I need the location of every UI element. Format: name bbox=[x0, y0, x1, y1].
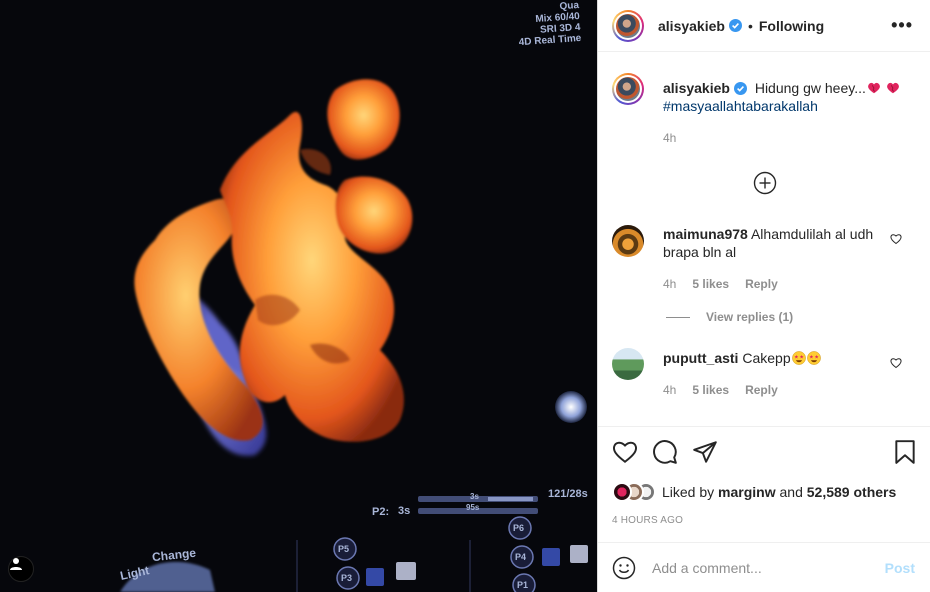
bar-top-label: 3s bbox=[470, 492, 479, 501]
comment-time: 4h bbox=[663, 277, 677, 291]
view-replies-label: View replies (1) bbox=[706, 310, 794, 324]
caption-hashtag[interactable]: #masyaallahtabarakallah bbox=[663, 97, 903, 115]
post-button[interactable]: Post bbox=[885, 560, 915, 576]
p1-button-label: P1 bbox=[517, 580, 529, 590]
p5-button-label: P5 bbox=[338, 544, 350, 554]
likes-prefix: Liked by bbox=[662, 484, 715, 500]
separator-dot: • bbox=[747, 17, 753, 34]
reply-button[interactable]: Reply bbox=[745, 277, 778, 291]
post-actions: Liked by marginw and 52,589 others 4 HOU… bbox=[598, 426, 930, 542]
load-more-comments-icon[interactable] bbox=[753, 171, 777, 195]
comment-text: Cakepp bbox=[742, 350, 791, 366]
ultrasound-image bbox=[0, 0, 597, 592]
p2-value: 3s bbox=[398, 505, 411, 517]
post-media[interactable]: Qua Mix 60/40 SRI 3D 4 4D Real Time Ligh… bbox=[0, 0, 597, 592]
like-comment-icon[interactable] bbox=[890, 233, 902, 245]
caption-text: Hidung gw heey... bbox=[754, 80, 866, 96]
comment-likes[interactable]: 5 likes bbox=[692, 383, 729, 397]
comment-time: 4h bbox=[663, 383, 677, 397]
comment-bubble-icon[interactable] bbox=[652, 439, 678, 465]
commenter-avatar[interactable] bbox=[612, 225, 644, 257]
heart-emoji-icon bbox=[886, 82, 899, 94]
post-details-panel: alisyakieb • Following ••• alisyakieb Hi… bbox=[597, 0, 930, 592]
verified-badge-icon bbox=[728, 19, 742, 32]
commenter-avatar[interactable] bbox=[612, 348, 644, 380]
more-options-icon[interactable]: ••• bbox=[891, 15, 913, 36]
add-comment-bar: Post bbox=[598, 542, 930, 592]
view-replies-button[interactable]: View replies (1) bbox=[666, 310, 793, 324]
caption-avatar[interactable] bbox=[612, 73, 644, 105]
following-button[interactable]: Following bbox=[759, 18, 824, 34]
verified-badge-icon bbox=[733, 82, 747, 95]
comments-list[interactable]: alisyakieb Hidung gw heey... #masyaallah… bbox=[598, 53, 930, 425]
liker-avatar[interactable] bbox=[612, 482, 632, 502]
frame-counter: 121/28s bbox=[548, 488, 588, 500]
comment-input[interactable] bbox=[652, 559, 882, 576]
post-timestamp[interactable]: 4 HOURS AGO bbox=[612, 515, 683, 526]
reply-button[interactable]: Reply bbox=[745, 383, 778, 397]
avatar[interactable] bbox=[612, 9, 644, 42]
likes-conjunction: and bbox=[779, 484, 803, 500]
caption-time: 4h bbox=[663, 131, 677, 145]
bar-bottom-label: 95s bbox=[466, 503, 480, 512]
caption: alisyakieb Hidung gw heey... #masyaallah… bbox=[612, 73, 912, 153]
share-send-icon[interactable] bbox=[692, 439, 718, 465]
comment-username[interactable]: puputt_asti bbox=[663, 350, 738, 366]
p4-button-label: P4 bbox=[515, 552, 527, 562]
liker-username[interactable]: marginw bbox=[718, 484, 776, 500]
p6-button-label: P6 bbox=[513, 523, 525, 533]
p2-label: P2: bbox=[372, 506, 390, 518]
likes-summary: Liked by marginw and 52,589 others bbox=[612, 482, 896, 502]
likes-count[interactable]: 52,589 others bbox=[807, 484, 897, 500]
caption-username[interactable]: alisyakieb bbox=[663, 80, 730, 96]
comment-username[interactable]: maimuna978 bbox=[663, 226, 748, 242]
header-username[interactable]: alisyakieb bbox=[658, 18, 725, 34]
emoji-smile-icon[interactable] bbox=[612, 556, 636, 580]
star-struck-emoji-icon bbox=[806, 351, 821, 365]
p3-button-label: P3 bbox=[341, 573, 353, 583]
bookmark-save-icon[interactable] bbox=[892, 439, 918, 465]
comment-likes[interactable]: 5 likes bbox=[692, 277, 729, 291]
comment-item: puputt_asti Cakepp 4h 5 likes Reply bbox=[612, 347, 912, 425]
like-heart-icon[interactable] bbox=[612, 439, 638, 465]
like-comment-icon[interactable] bbox=[890, 357, 902, 369]
person-icon bbox=[10, 558, 22, 570]
heart-emoji-icon bbox=[867, 82, 880, 94]
scanner-settings-readout: Qua Mix 60/40 SRI 3D 4 4D Real Time bbox=[517, 0, 582, 48]
post-header: alisyakieb • Following ••• bbox=[598, 0, 930, 52]
star-struck-emoji-icon bbox=[791, 351, 806, 365]
comment-item: maimuna978 Alhamdulilah al udh brapa bln… bbox=[612, 223, 912, 303]
tagged-user-icon[interactable] bbox=[8, 556, 34, 582]
